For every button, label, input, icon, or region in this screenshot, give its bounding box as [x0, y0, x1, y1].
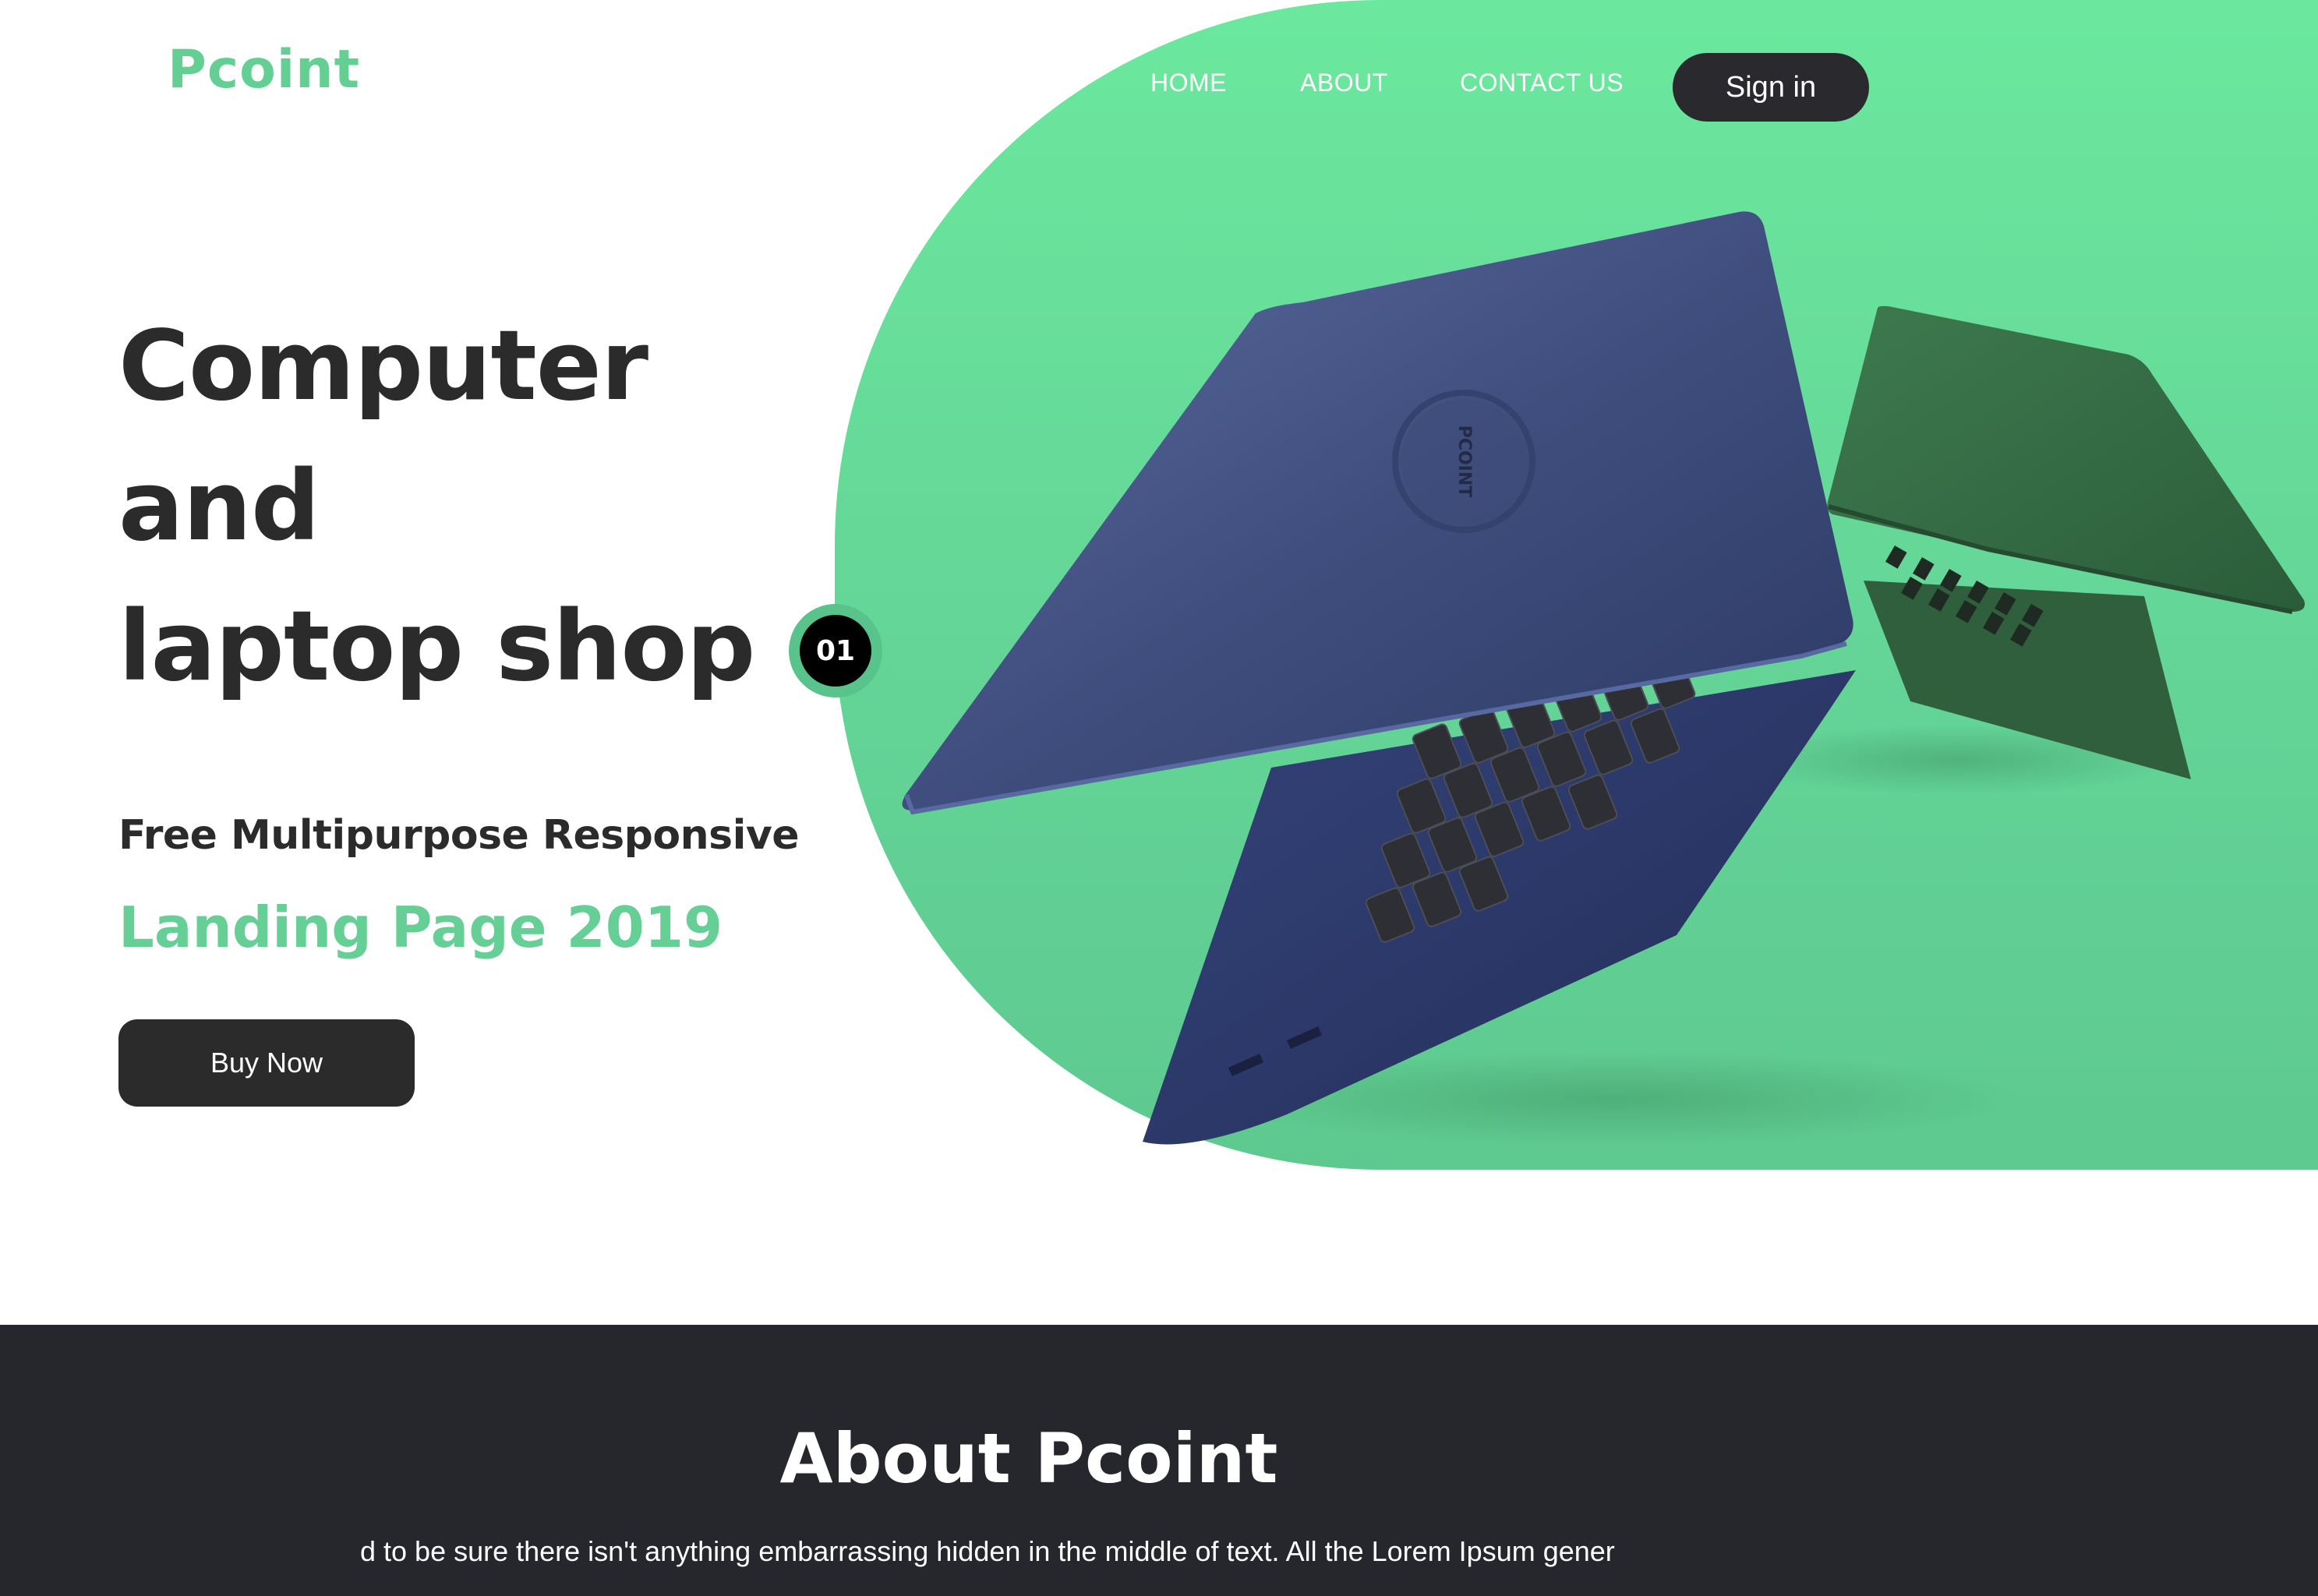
- hero-title-line-1: Computer: [118, 310, 648, 422]
- nav-home-link[interactable]: HOME: [1150, 69, 1227, 97]
- landing-page: PCOINT Pcoint HOME ABOUT CONTACT US Sign…: [0, 0, 2318, 1596]
- hero-subtitle: Free Multipurpose Responsive: [118, 812, 800, 859]
- nav-about-link[interactable]: ABOUT: [1300, 69, 1388, 97]
- hero-title: Computer and laptop shop: [118, 296, 755, 717]
- hero-title-line-2: and: [118, 450, 320, 563]
- blue-laptop: PCOINT: [902, 211, 1856, 1145]
- hero-title-line-3: laptop shop: [118, 591, 755, 703]
- about-section: About Pcoint d to be sure there isn't an…: [0, 1325, 2318, 1596]
- hero-subtitle-accent: Landing Page 2019: [118, 895, 723, 960]
- about-text: d to be sure there isn't anything embarr…: [360, 1535, 1615, 1567]
- about-title: About Pcoint: [779, 1418, 1278, 1499]
- nav-contact-link[interactable]: CONTACT US: [1460, 69, 1624, 97]
- laptop-brand-text: PCOINT: [1454, 425, 1474, 498]
- slide-number: 01: [800, 615, 871, 687]
- buy-now-button[interactable]: Buy Now: [118, 1019, 415, 1107]
- slide-indicator[interactable]: 01: [789, 604, 882, 697]
- sign-in-button[interactable]: Sign in: [1673, 53, 1869, 122]
- laptop-illustration: PCOINT: [902, 211, 2305, 1146]
- logo[interactable]: Pcoint: [168, 39, 360, 101]
- green-laptop: [1827, 305, 2305, 779]
